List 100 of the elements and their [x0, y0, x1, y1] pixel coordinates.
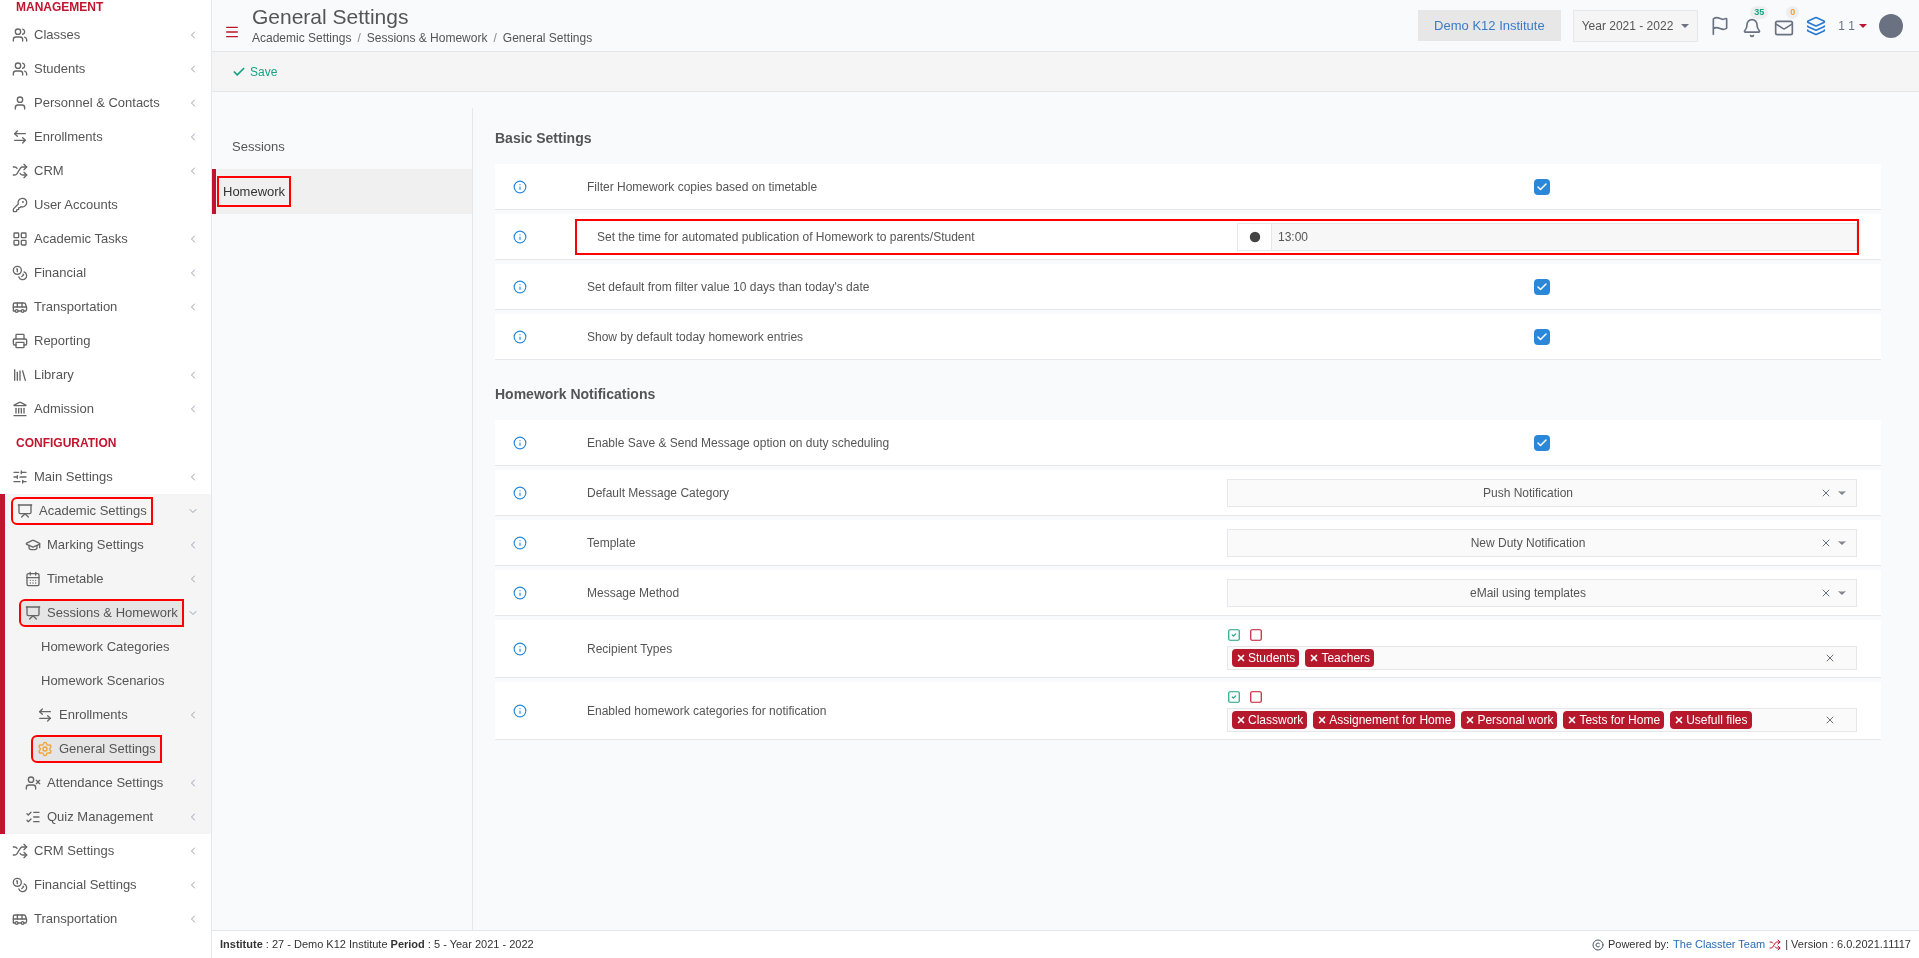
user-menu[interactable]: 1 1	[1838, 16, 1867, 35]
remove-icon[interactable]	[1309, 652, 1320, 663]
sidebar-item[interactable]: User Accounts	[8, 193, 122, 217]
tag[interactable]: Teachers	[1305, 648, 1375, 667]
breadcrumb-separator: /	[493, 29, 497, 47]
select-field[interactable]: eMail using templates	[1227, 578, 1857, 607]
breadcrumb-separator: /	[357, 29, 361, 47]
checkmark-icon	[1536, 330, 1548, 343]
time-field[interactable]: 13:00	[1237, 222, 1857, 251]
info-icon[interactable]	[513, 585, 527, 600]
setting-label: Set the time for automated publication of Homework to parents/Student	[596, 228, 976, 246]
sidebar-item[interactable]: Transportation	[8, 907, 122, 931]
sidebar-item[interactable]: Marking Settings	[21, 533, 148, 557]
version-text: | Version : 6.0.2021.11117	[1785, 937, 1911, 953]
setting-label: Enabled homework categories for notification	[586, 702, 828, 720]
sidebar-item[interactable]: Transportation	[8, 295, 122, 319]
sidebar-item[interactable]: Admission	[8, 397, 98, 421]
info-icon[interactable]	[513, 329, 527, 344]
sidebar-item[interactable]: Sessions & Homework	[21, 601, 182, 625]
deselect-all-icon[interactable]	[1249, 689, 1263, 704]
tag[interactable]: Tests for Home	[1563, 710, 1665, 729]
remove-icon[interactable]	[1236, 652, 1246, 663]
setting-label: Recipient Types	[586, 640, 674, 658]
sidebar-item[interactable]: Enrollments	[8, 125, 107, 149]
sidebar-item[interactable]: Academic Settings	[13, 499, 151, 523]
sidebar-item[interactable]: Enrollments	[33, 703, 132, 727]
checkbox[interactable]	[1534, 178, 1550, 195]
logo-icon	[1769, 938, 1782, 951]
sidebar-item[interactable]: Homework Categories	[37, 635, 174, 659]
setting-label: Message Method	[586, 584, 681, 602]
info-icon[interactable]	[513, 279, 527, 294]
subnav-tab[interactable]: Homework	[219, 177, 290, 206]
sidebar-item[interactable]: Quiz Management	[21, 805, 158, 829]
info-icon[interactable]	[513, 641, 527, 656]
breadcrumb-link[interactable]: Academic Settings	[252, 28, 352, 47]
sidebar-item[interactable]: Financial	[8, 261, 91, 285]
tags-field[interactable]: Classwork Assignement for Home Personal work Tests for Home Usefull files	[1227, 707, 1857, 732]
setting-label: Default Message Category	[586, 484, 731, 502]
tag[interactable]: Classwork	[1232, 710, 1308, 729]
institute-label[interactable]: Demo K12 Institute	[1418, 9, 1561, 42]
tag[interactable]: Students	[1232, 648, 1300, 667]
bell-icon[interactable]	[1742, 17, 1763, 38]
sidebar-item[interactable]: General Settings	[33, 737, 160, 761]
team-link[interactable]: The Classter Team	[1673, 936, 1766, 953]
flag-icon[interactable]	[1710, 15, 1731, 36]
sidebar-item[interactable]: CRM Settings	[8, 839, 119, 863]
remove-icon[interactable]	[1567, 714, 1578, 725]
page-title: General Settings	[252, 4, 410, 29]
setting-label: Template	[586, 534, 637, 552]
subnav-tab[interactable]: Sessions	[228, 132, 289, 161]
sidebar-item[interactable]: Personnel & Contacts	[8, 91, 164, 115]
info-icon[interactable]	[513, 229, 527, 244]
breadcrumb-link[interactable]: Sessions & Homework	[366, 28, 488, 47]
footer-info: Institute : 27 - Demo K12 Institute Period : 5 - Year 2021 - 2022	[220, 937, 534, 953]
select-field[interactable]: New Duty Notification	[1227, 528, 1857, 557]
section-heading: MANAGEMENT	[15, 0, 105, 14]
tags-field[interactable]: Students Teachers	[1227, 645, 1857, 670]
year-dropdown[interactable]: Year 2021 - 2022	[1572, 9, 1699, 42]
sidebar-item[interactable]: Academic Tasks	[8, 227, 132, 251]
tag[interactable]: Assignement for Home	[1313, 710, 1456, 729]
remove-icon[interactable]	[1674, 714, 1685, 725]
tag[interactable]: Personal work	[1461, 710, 1558, 729]
info-icon[interactable]	[513, 535, 527, 550]
setting-label: Filter Homework copies based on timetable	[586, 178, 819, 196]
notification-count: 35	[1750, 5, 1769, 19]
sidebar-item[interactable]: Homework Scenarios	[37, 669, 169, 693]
sidebar-item[interactable]: Timetable	[21, 567, 108, 591]
sidebar-item[interactable]: Main Settings	[8, 465, 117, 489]
sidebar-item[interactable]: Reporting	[8, 329, 95, 353]
breadcrumb-link[interactable]: General Settings	[502, 28, 593, 47]
checkmark-icon	[1536, 436, 1548, 449]
sidebar-item[interactable]: Library	[8, 363, 78, 387]
info-icon[interactable]	[513, 485, 527, 500]
info-icon[interactable]	[513, 179, 527, 194]
checkbox[interactable]	[1534, 434, 1550, 451]
avatar[interactable]	[1879, 13, 1903, 38]
copyright-icon	[1591, 938, 1604, 951]
remove-icon[interactable]	[1236, 714, 1246, 725]
checkbox[interactable]	[1534, 328, 1550, 345]
info-icon[interactable]	[513, 435, 527, 450]
sidebar-item[interactable]: Financial Settings	[8, 873, 141, 897]
info-icon[interactable]	[513, 703, 527, 718]
setting-label: Enable Save & Send Message option on duty scheduling	[586, 434, 891, 452]
sidebar-item[interactable]: Classes	[8, 23, 85, 47]
sidebar-item[interactable]: Students	[8, 57, 90, 81]
select-all-icon[interactable]	[1227, 689, 1241, 704]
checkmark-icon	[1536, 280, 1548, 293]
remove-icon[interactable]	[1465, 714, 1476, 725]
setting-label: Show by default today homework entries	[586, 328, 805, 346]
checkmark-icon	[1536, 180, 1548, 193]
sidebar-item[interactable]: CRM	[8, 159, 68, 183]
sidebar-item[interactable]: Attendance Settings	[21, 771, 168, 795]
setting-label: Set default from filter value 10 days than today's date	[586, 278, 871, 296]
deselect-all-icon[interactable]	[1249, 627, 1263, 642]
section-heading: CONFIGURATION	[15, 435, 118, 452]
select-field[interactable]: Push Notification	[1227, 478, 1857, 507]
tag[interactable]: Usefull files	[1670, 710, 1752, 729]
remove-icon[interactable]	[1317, 714, 1328, 725]
checkbox[interactable]	[1534, 278, 1550, 295]
select-all-icon[interactable]	[1227, 627, 1241, 642]
